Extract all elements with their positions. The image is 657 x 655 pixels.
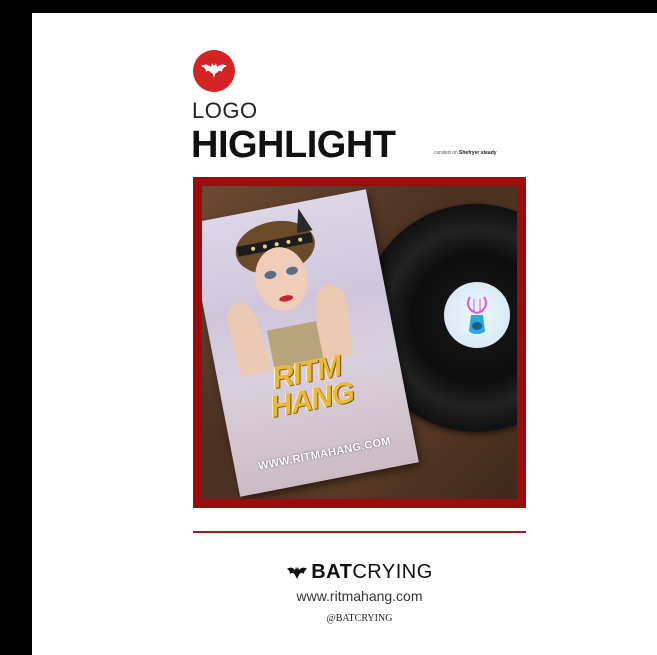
document-page: LOGO HIGHLIGHT curated on Shefryer stead… bbox=[32, 13, 657, 655]
divider bbox=[193, 531, 526, 533]
caption-prefix: curated on bbox=[434, 150, 458, 156]
brand-bold: BAT bbox=[311, 561, 353, 583]
featured-photo-frame: RITM HANG WWW.RITMAHANG.COM bbox=[193, 177, 526, 508]
caption-name: Shefryer steady bbox=[459, 150, 497, 156]
album-cover: RITM HANG WWW.RITMAHANG.COM bbox=[202, 189, 419, 497]
bat-logo-icon bbox=[193, 50, 235, 92]
brand-light: CRYING bbox=[352, 561, 433, 583]
website-link[interactable]: www.ritmahang.com bbox=[193, 588, 526, 604]
brand-wordmark: BATCRYING bbox=[193, 561, 526, 584]
cover-url: WWW.RITMAHANG.COM bbox=[257, 435, 392, 473]
page-title: HIGHLIGHT bbox=[191, 124, 396, 166]
bat-wings-icon bbox=[287, 566, 308, 579]
lyre-figure-icon bbox=[467, 296, 487, 334]
social-handle: @BATCRYING bbox=[326, 613, 393, 624]
vinyl-label bbox=[444, 282, 510, 348]
caption: curated on Shefryer steady bbox=[434, 150, 497, 156]
bat-icon bbox=[201, 63, 227, 78]
featured-photo: RITM HANG WWW.RITMAHANG.COM bbox=[202, 186, 517, 499]
